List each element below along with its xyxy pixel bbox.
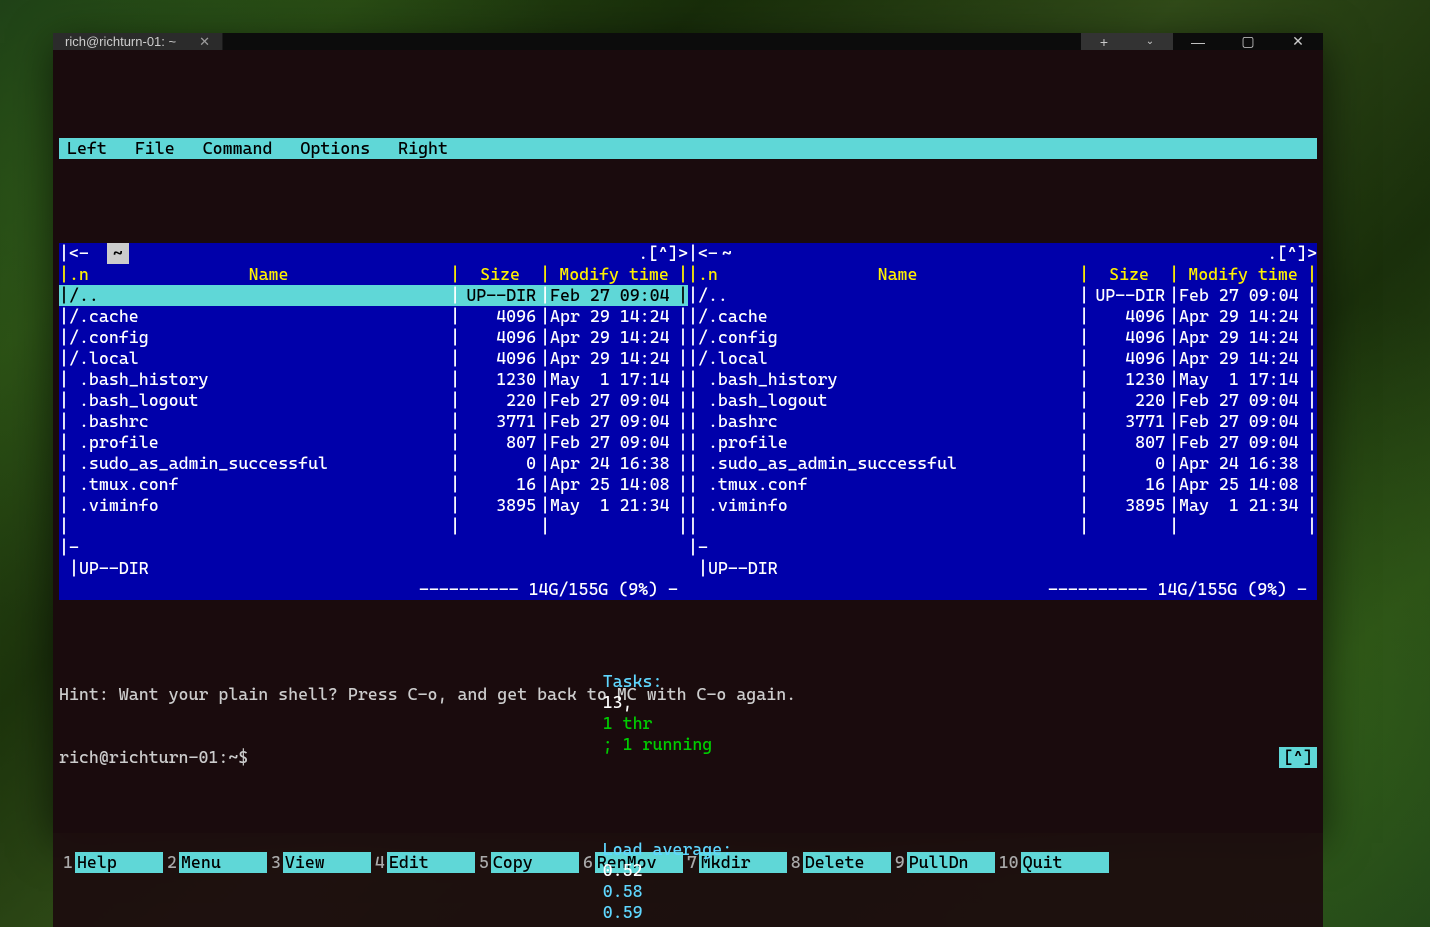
file-row[interactable]: | .viminfo|3895|May 1 21:34| (59, 495, 688, 516)
file-row[interactable]: |/.config|4096|Apr 29 14:24| (59, 327, 688, 348)
htop-load-label: Load average: (603, 839, 733, 859)
close-button[interactable]: ✕ (1273, 33, 1323, 50)
mc-fkey-edit[interactable]: 4Edit (371, 852, 475, 873)
mc-menu-left[interactable]: Left (59, 138, 127, 159)
tab-title: rich@richturn-01: ~ (65, 34, 176, 49)
mc-panels: |<-~.[^]>|.nName|Size|Modify time||/..|U… (59, 243, 1317, 600)
file-row[interactable]: |/..|UP--DIR|Feb 27 09:04| (688, 285, 1317, 306)
file-row[interactable]: | .tmux.conf|16|Apr 25 14:08| (688, 474, 1317, 495)
minimize-button[interactable]: — (1173, 33, 1223, 50)
mc-path[interactable]: ~ (718, 243, 736, 264)
file-row[interactable]: |/.local|4096|Apr 29 14:24| (688, 348, 1317, 369)
tab-dropdown-button[interactable]: ⌄ (1127, 33, 1173, 50)
mc-fkey-menu[interactable]: 2Menu (163, 852, 267, 873)
mc-menu-command[interactable]: Command (195, 138, 293, 159)
maximize-button[interactable]: ▢ (1223, 33, 1273, 50)
mc-status: |UP--DIR (59, 558, 688, 579)
mc-menu-file[interactable]: File (127, 138, 195, 159)
file-row[interactable]: |/.cache|4096|Apr 29 14:24| (688, 306, 1317, 327)
mc-panel-right[interactable]: |<-~.[^]>|.nName|Size|Modify time||/..|U… (688, 243, 1317, 600)
mc-path[interactable]: ~ (107, 243, 129, 264)
mc-disk-usage: ---------- 14G/155G (9%) - (59, 579, 688, 600)
mc-menu-options[interactable]: Options (292, 138, 390, 159)
terminal-body[interactable]: Left File Command Options Right |<-~.[^]… (53, 50, 1323, 927)
file-row[interactable]: | .bashrc|3771|Feb 27 09:04| (59, 411, 688, 432)
file-row[interactable]: | .profile|807|Feb 27 09:04| (688, 432, 1317, 453)
file-row[interactable]: | .tmux.conf|16|Apr 25 14:08| (59, 474, 688, 495)
mc-fkey-help[interactable]: 1Help (59, 852, 163, 873)
file-row[interactable]: | .bash_logout|220|Feb 27 09:04| (688, 390, 1317, 411)
file-row[interactable]: | .viminfo|3895|May 1 21:34| (688, 495, 1317, 516)
file-row[interactable]: | .sudo_as_admin_successful|0|Apr 24 16:… (688, 453, 1317, 474)
file-row[interactable]: | .bashrc|3771|Feb 27 09:04| (688, 411, 1317, 432)
terminal-tab[interactable]: rich@richturn-01: ~ ✕ (53, 33, 223, 50)
mc-status: |UP--DIR (688, 558, 1317, 579)
mc-caret-icon[interactable]: [^] (1279, 747, 1317, 768)
mc-fkey-delete[interactable]: 8Delete (787, 852, 891, 873)
file-row[interactable]: | .profile|807|Feb 27 09:04| (59, 432, 688, 453)
new-tab-button[interactable]: + (1081, 33, 1127, 50)
file-row[interactable]: |/.config|4096|Apr 29 14:24| (688, 327, 1317, 348)
mc-disk-usage: ---------- 14G/155G (9%) - (688, 579, 1317, 600)
mc-fkey-view[interactable]: 3View (267, 852, 371, 873)
file-row[interactable]: | .sudo_as_admin_successful|0|Apr 24 16:… (59, 453, 688, 474)
file-row[interactable]: | .bash_history|1230|May 1 17:14| (59, 369, 688, 390)
terminal-window: rich@richturn-01: ~ ✕ + ⌄ — ▢ ✕ Left Fil… (53, 33, 1323, 833)
mc-menu-right[interactable]: Right (390, 138, 468, 159)
mc-fkey-pulldn[interactable]: 9PullDn (891, 852, 995, 873)
titlebar: rich@richturn-01: ~ ✕ + ⌄ — ▢ ✕ (53, 33, 1323, 50)
mc-menubar: Left File Command Options Right (59, 138, 1317, 159)
file-row[interactable]: |/.cache|4096|Apr 29 14:24| (59, 306, 688, 327)
file-row[interactable]: | .bash_history|1230|May 1 17:14| (688, 369, 1317, 390)
file-row[interactable]: |/.local|4096|Apr 29 14:24| (59, 348, 688, 369)
mc-fkey-quit[interactable]: 10Quit (995, 852, 1109, 873)
file-row[interactable]: | .bash_logout|220|Feb 27 09:04| (59, 390, 688, 411)
tab-close-icon[interactable]: ✕ (199, 34, 210, 50)
file-row[interactable]: |/..|UP--DIR|Feb 27 09:04| (59, 285, 688, 306)
htop-tasks-label: Tasks: (603, 671, 663, 691)
mc-prompt[interactable]: rich@richturn-01:~$ (59, 747, 248, 768)
mc-panel-left[interactable]: |<-~.[^]>|.nName|Size|Modify time||/..|U… (59, 243, 688, 600)
